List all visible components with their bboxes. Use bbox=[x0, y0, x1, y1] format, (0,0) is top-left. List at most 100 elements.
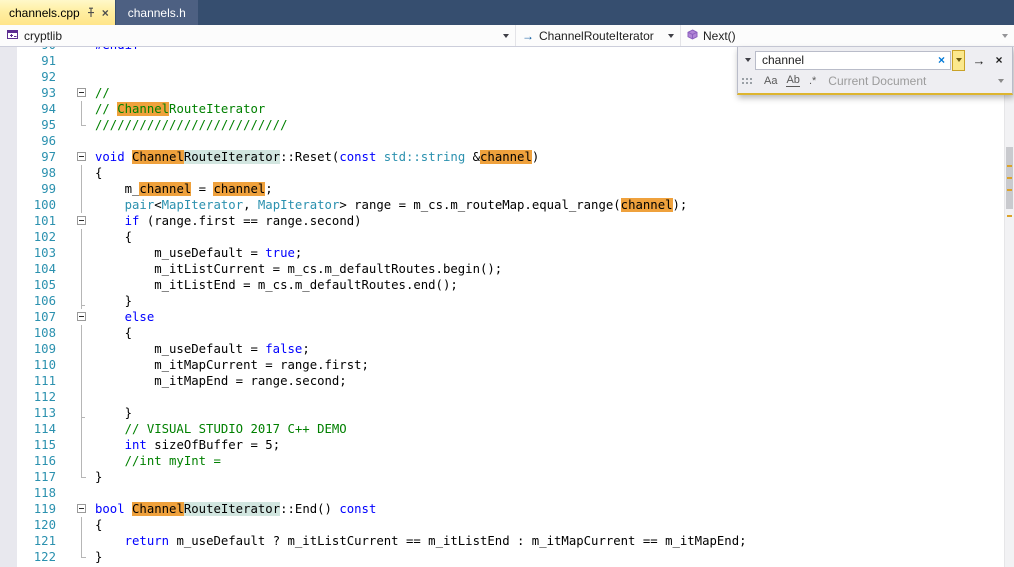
member-dropdown[interactable]: Next() bbox=[681, 25, 1014, 46]
fold-margin bbox=[62, 277, 95, 293]
code-text: // VISUAL STUDIO 2017 C++ DEMO bbox=[95, 422, 347, 436]
fold-margin bbox=[62, 357, 95, 373]
code-line: 120 { bbox=[0, 517, 747, 533]
code-text: m_channel = channel; bbox=[95, 182, 273, 196]
code-line: 99 m_channel = channel; bbox=[0, 181, 747, 197]
class-icon: → bbox=[522, 28, 534, 43]
code-line: 115 int sizeOfBuffer = 5; bbox=[0, 437, 747, 453]
fold-toggle-icon[interactable] bbox=[62, 213, 95, 229]
search-history-dropdown[interactable] bbox=[952, 49, 965, 71]
code-text: m_useDefault = false; bbox=[95, 342, 310, 356]
vs-window: channels.cpp × channels.h cryptlib → Cha… bbox=[0, 0, 1014, 567]
line-number: 119 bbox=[33, 502, 56, 516]
code-text: //int myInt = bbox=[95, 454, 221, 468]
line-number: 118 bbox=[33, 486, 56, 500]
fold-margin bbox=[62, 533, 95, 549]
line-number: 97 bbox=[41, 150, 56, 164]
close-tab-icon[interactable]: × bbox=[102, 7, 109, 19]
fold-margin bbox=[62, 469, 95, 485]
line-number: 95 bbox=[41, 118, 56, 132]
code-line: 98 { bbox=[0, 165, 747, 181]
code-line: 121 return m_useDefault ? m_itListCurren… bbox=[0, 533, 747, 549]
match-case-button[interactable]: Aa bbox=[764, 75, 777, 87]
tab-channels-cpp[interactable]: channels.cpp × bbox=[0, 0, 115, 25]
find-row-options: Aa Ab .* Current Document bbox=[738, 71, 1012, 91]
search-input[interactable] bbox=[762, 52, 936, 68]
fold-margin bbox=[62, 389, 95, 405]
clear-search-icon[interactable]: × bbox=[936, 54, 947, 66]
code-line: 114 // VISUAL STUDIO 2017 C++ DEMO bbox=[0, 421, 747, 437]
fold-toggle-icon[interactable] bbox=[62, 309, 95, 325]
close-find-icon[interactable]: × bbox=[990, 53, 1008, 67]
fold-margin bbox=[62, 437, 95, 453]
code-text: { bbox=[95, 230, 133, 244]
fold-margin bbox=[62, 293, 95, 309]
tab-channels-h[interactable]: channels.h bbox=[115, 0, 198, 25]
fold-toggle-icon[interactable] bbox=[62, 149, 95, 165]
project-icon bbox=[6, 28, 19, 44]
scrollbar-match-tick bbox=[1007, 165, 1012, 167]
drag-grip-icon[interactable] bbox=[742, 78, 744, 80]
code-line: 119 bool ChannelRouteIterator::End() cons… bbox=[0, 501, 747, 517]
type-dropdown[interactable]: → ChannelRouteIterator bbox=[516, 25, 681, 46]
code-line: 118 bbox=[0, 485, 747, 501]
fold-margin bbox=[62, 373, 95, 389]
code-line: 112 bbox=[0, 389, 747, 405]
fold-margin bbox=[62, 325, 95, 341]
code-text: else bbox=[124, 310, 155, 324]
code-text: void ChannelRouteIterator::Reset(const s… bbox=[95, 150, 540, 164]
expand-replace-chevron-icon[interactable] bbox=[741, 58, 755, 62]
code-text: m_itMapCurrent = range.first; bbox=[95, 358, 369, 372]
code-line: 96 bbox=[0, 133, 747, 149]
code-text: } bbox=[95, 406, 133, 420]
code-line: 106 } bbox=[0, 293, 747, 309]
line-number: 114 bbox=[33, 422, 56, 436]
line-number: 96 bbox=[41, 134, 56, 148]
code-text: { bbox=[95, 518, 103, 532]
method-icon bbox=[687, 28, 698, 43]
fold-margin bbox=[62, 197, 95, 213]
code-text: int sizeOfBuffer = 5; bbox=[124, 438, 281, 452]
whole-word-button[interactable]: Ab bbox=[786, 75, 800, 87]
navigation-bar: cryptlib → ChannelRouteIterator Next() bbox=[0, 25, 1014, 47]
code-line: 91 bbox=[0, 53, 747, 69]
code-line: 97 void ChannelRouteIterator::Reset(const… bbox=[0, 149, 747, 165]
line-number: 93 bbox=[41, 86, 56, 100]
fold-margin bbox=[62, 453, 95, 469]
project-dropdown[interactable]: cryptlib bbox=[0, 25, 516, 46]
line-number: 92 bbox=[41, 70, 56, 84]
code-text: } bbox=[95, 294, 133, 308]
code-text: } bbox=[95, 550, 103, 564]
vertical-scrollbar[interactable] bbox=[1004, 47, 1014, 567]
line-number: 108 bbox=[33, 326, 56, 340]
code-editor[interactable]: 90#endif919293//94// ChannelRouteIterato… bbox=[0, 47, 1014, 567]
fold-margin bbox=[62, 165, 95, 181]
fold-toggle-icon[interactable] bbox=[62, 501, 95, 517]
line-number: 113 bbox=[33, 406, 56, 420]
fold-margin bbox=[62, 405, 95, 421]
line-number: 122 bbox=[33, 550, 56, 564]
code-text: // ChannelRouteIterator bbox=[95, 102, 266, 116]
chevron-down-icon bbox=[1002, 33, 1008, 38]
fold-toggle-icon[interactable] bbox=[62, 85, 95, 101]
line-number: 121 bbox=[33, 534, 56, 548]
code-text: bool ChannelRouteIterator::End() const bbox=[95, 502, 377, 516]
find-next-button[interactable]: → bbox=[970, 53, 988, 68]
scope-dropdown[interactable]: Current Document bbox=[828, 74, 1012, 88]
scrollbar-match-tick bbox=[1007, 215, 1012, 217]
fold-margin bbox=[62, 101, 95, 117]
code-line: 93 // bbox=[0, 85, 747, 101]
fold-margin bbox=[62, 485, 95, 501]
line-number: 99 bbox=[41, 182, 56, 196]
fold-margin bbox=[62, 421, 95, 437]
code-text: #endif bbox=[95, 47, 139, 53]
fold-margin bbox=[62, 181, 95, 197]
pin-icon[interactable] bbox=[86, 7, 96, 18]
code-text: { bbox=[95, 166, 103, 180]
member-name: Next() bbox=[703, 28, 736, 43]
scrollbar-match-tick bbox=[1007, 189, 1012, 191]
code-line: 104 m_itListCurrent = m_cs.m_defaultRout… bbox=[0, 261, 747, 277]
regex-button[interactable]: .* bbox=[809, 75, 816, 87]
line-number: 101 bbox=[33, 214, 56, 228]
chevron-down-icon bbox=[998, 79, 1004, 83]
